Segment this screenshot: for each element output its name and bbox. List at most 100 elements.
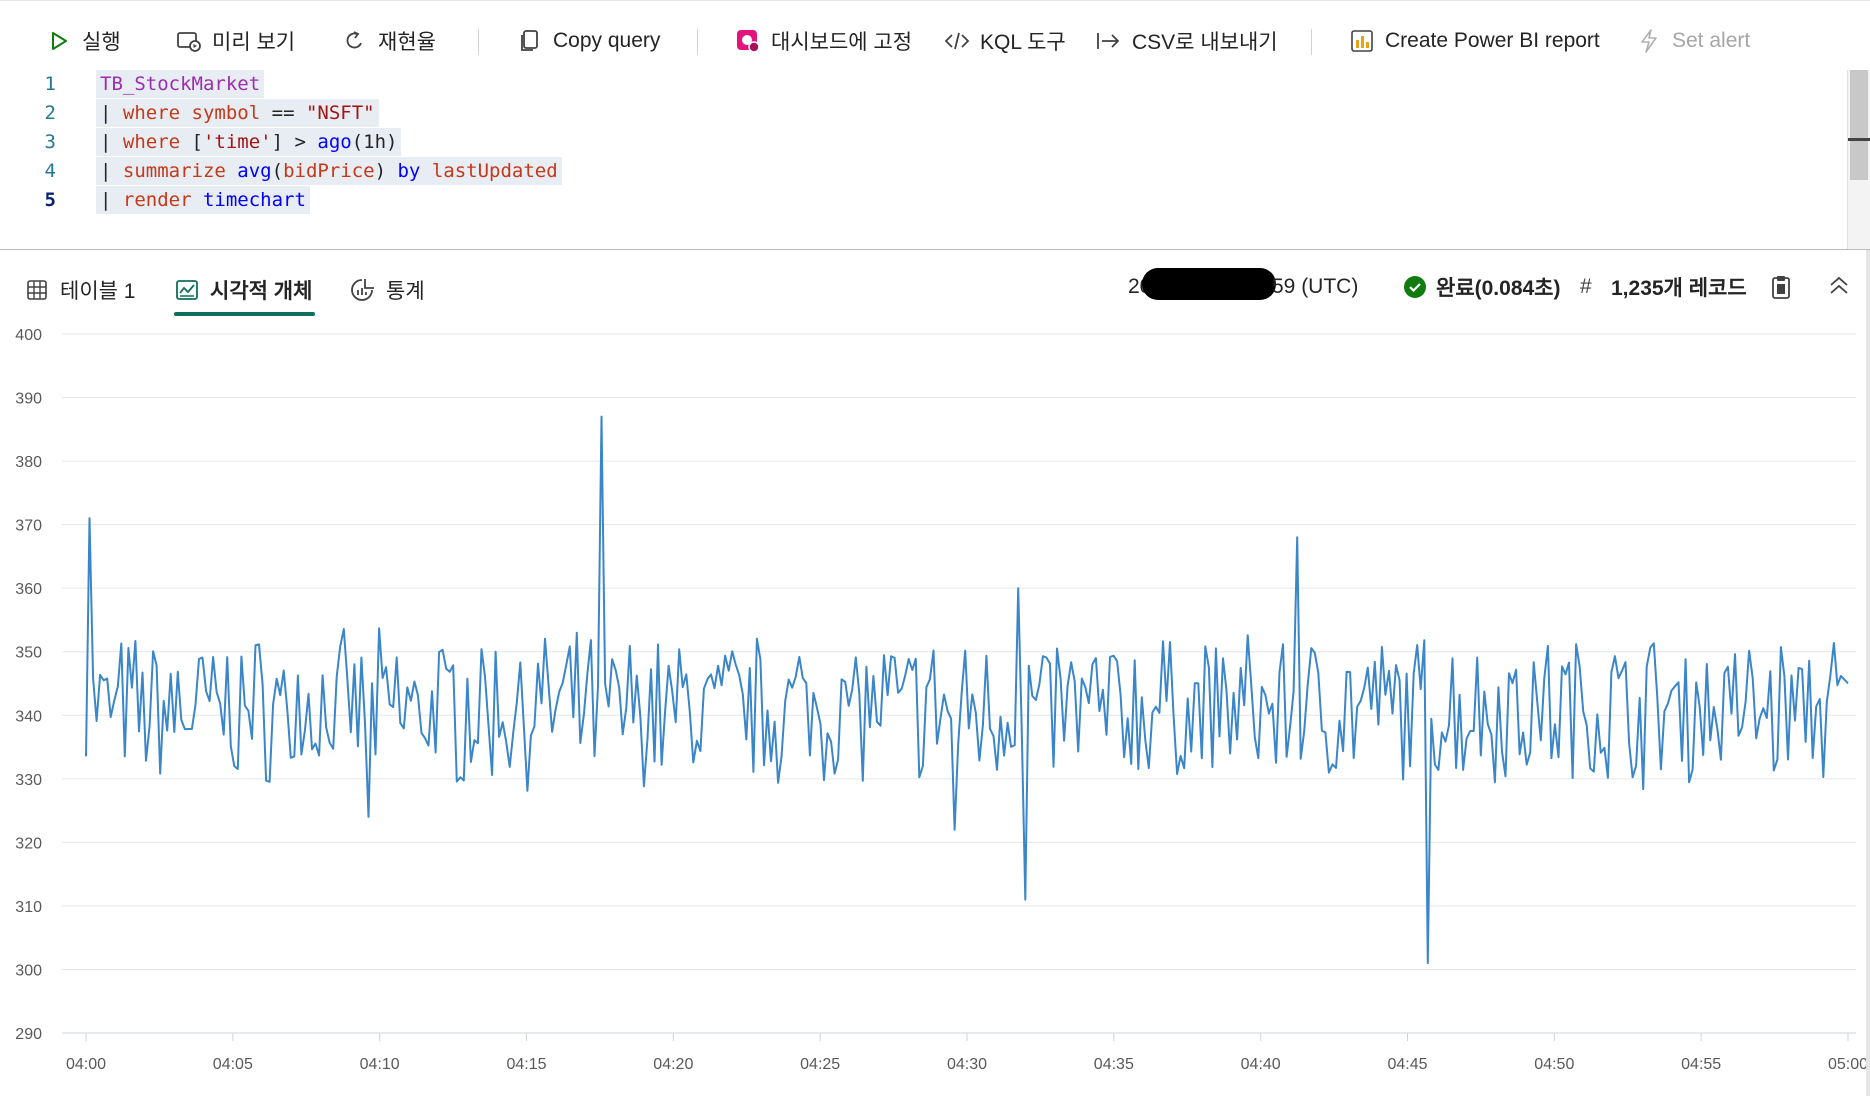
y-tick-label: 400 bbox=[15, 327, 42, 344]
timechart: 290 300 310 320 330 340 350 360 370 380 390 400 04:0… bbox=[0, 318, 1870, 1096]
chevron-up-icon bbox=[1826, 274, 1852, 300]
preview-button[interactable]: 미리 보기 bbox=[176, 23, 295, 59]
y-tick-label: 340 bbox=[15, 708, 42, 725]
pin-dashboard-icon bbox=[735, 28, 761, 54]
editor-line[interactable]: 5 | render timechart bbox=[0, 186, 310, 214]
x-tick-label: 04:30 bbox=[947, 1056, 987, 1073]
editor-scrollbar[interactable] bbox=[1847, 70, 1870, 250]
query-editor[interactable]: 1 TB_StockMarket 2 | where symbol == "NSFT"… bbox=[0, 70, 1870, 250]
record-count: 1,235개 레코드 bbox=[1611, 277, 1747, 300]
y-tick-label: 390 bbox=[15, 391, 42, 408]
query-toolbar: 실행 미리 보기 재현율 Copy query 대시보드에 고정 KQL 도구 … bbox=[0, 0, 1870, 79]
timechart-svg: 290 300 310 320 330 340 350 360 370 380 390 400 04:0… bbox=[15, 327, 1868, 1073]
toolbar-separator bbox=[1311, 29, 1312, 55]
editor-line[interactable]: 2 | where symbol == "NSFT" bbox=[0, 99, 379, 127]
code-text: TB_StockMarket bbox=[96, 70, 265, 98]
line-number: 3 bbox=[44, 131, 56, 153]
pin-dashboard-button[interactable]: 대시보드에 고정 bbox=[735, 23, 912, 59]
tab-visual-label: 시각적 개체 bbox=[210, 280, 313, 303]
x-tick-label: 04:00 bbox=[66, 1056, 106, 1073]
lightning-icon bbox=[1636, 28, 1662, 54]
x-tick-label: 04:10 bbox=[360, 1056, 400, 1073]
chart-icon bbox=[174, 277, 200, 303]
toolbar-separator bbox=[697, 29, 698, 55]
editor-line[interactable]: 1 TB_StockMarket bbox=[0, 70, 265, 98]
table-icon bbox=[24, 277, 50, 303]
recall-button[interactable]: 재현율 bbox=[342, 23, 436, 59]
pin-dashboard-label: 대시보드에 고정 bbox=[771, 31, 913, 54]
preview-label: 미리 보기 bbox=[212, 31, 296, 54]
copy-results-button[interactable] bbox=[1768, 272, 1794, 302]
y-tick-label: 380 bbox=[15, 454, 42, 471]
x-tick-label: 04:05 bbox=[213, 1056, 253, 1073]
code-text: | where symbol == "NSFT" bbox=[96, 99, 379, 127]
y-tick-label: 320 bbox=[15, 835, 42, 852]
copy-icon bbox=[517, 28, 543, 54]
recall-label: 재현율 bbox=[378, 31, 436, 54]
toolbar-separator bbox=[478, 29, 479, 55]
run-button[interactable]: 실행 bbox=[46, 23, 121, 59]
export-csv-button[interactable]: CSV로 내보내기 bbox=[1096, 23, 1278, 59]
editor-line[interactable]: 4 | summarize avg(bidPrice) by lastUpdate… bbox=[0, 157, 562, 185]
tab-stats[interactable]: 통계 bbox=[350, 272, 425, 308]
run-label: 실행 bbox=[82, 31, 121, 54]
x-tick-label: 04:50 bbox=[1534, 1056, 1574, 1073]
copy-query-button[interactable]: Copy query bbox=[517, 23, 660, 59]
collapse-button[interactable] bbox=[1826, 272, 1852, 302]
series-line bbox=[85, 415, 1849, 965]
kql-tools-button[interactable]: KQL 도구 bbox=[944, 23, 1066, 59]
preview-icon bbox=[176, 28, 202, 54]
export-icon bbox=[1096, 28, 1122, 54]
tab-table-label: 테이블 1 bbox=[60, 280, 136, 303]
line-number: 5 bbox=[44, 189, 56, 211]
recall-icon bbox=[342, 28, 368, 54]
status-success: 완료(0.084초) bbox=[1402, 272, 1561, 302]
editor-line[interactable]: 3 | where ['time'] > ago(1h) bbox=[0, 128, 402, 156]
line-number: 4 bbox=[44, 160, 56, 182]
x-tick-label: 04:35 bbox=[1094, 1056, 1134, 1073]
create-powerbi-button[interactable]: Create Power BI report bbox=[1349, 23, 1600, 59]
y-tick-label: 330 bbox=[15, 772, 42, 789]
code-text: | where ['time'] > ago(1h) bbox=[96, 128, 402, 156]
editor-scrollbar-thumb[interactable] bbox=[1850, 70, 1868, 180]
set-alert-button[interactable]: Set alert bbox=[1636, 23, 1750, 59]
export-csv-label: CSV로 내보내기 bbox=[1132, 31, 1278, 54]
set-alert-label: Set alert bbox=[1672, 29, 1751, 52]
timestamp-suffix: 59 (UTC) bbox=[1272, 275, 1359, 298]
y-tick-label: 300 bbox=[15, 962, 42, 979]
pane-divider[interactable] bbox=[0, 249, 1870, 250]
stats-icon bbox=[350, 277, 376, 303]
x-tick-label: 05:00 bbox=[1828, 1056, 1866, 1073]
y-tick-label: 310 bbox=[15, 899, 42, 916]
x-tick-label: 04:45 bbox=[1387, 1056, 1427, 1073]
x-tick-label: 04:25 bbox=[800, 1056, 840, 1073]
kql-tools-label: KQL 도구 bbox=[980, 31, 1066, 54]
y-tick-label: 290 bbox=[15, 1026, 42, 1043]
line-number: 2 bbox=[44, 102, 56, 124]
active-tab-indicator bbox=[174, 312, 315, 316]
powerbi-icon bbox=[1349, 28, 1375, 54]
x-tick-label: 04:20 bbox=[653, 1056, 693, 1073]
y-tick-label: 360 bbox=[15, 581, 42, 598]
editor-cursor-marker bbox=[1848, 138, 1870, 141]
code-text: | render timechart bbox=[96, 186, 310, 214]
redaction-mark bbox=[1142, 268, 1276, 300]
check-circle-icon bbox=[1402, 274, 1428, 300]
x-tick-label: 04:40 bbox=[1241, 1056, 1281, 1073]
copy-query-label: Copy query bbox=[553, 29, 661, 52]
code-icon bbox=[944, 28, 970, 54]
tab-table[interactable]: 테이블 1 bbox=[24, 272, 135, 308]
create-powerbi-label: Create Power BI report bbox=[1385, 29, 1600, 52]
x-tick-label: 04:55 bbox=[1681, 1056, 1721, 1073]
line-number: 1 bbox=[44, 73, 56, 95]
record-hash: # bbox=[1580, 275, 1592, 298]
tab-visual[interactable]: 시각적 개체 bbox=[174, 272, 312, 308]
y-tick-label: 370 bbox=[15, 518, 42, 535]
tab-stats-label: 통계 bbox=[386, 280, 425, 303]
play-icon bbox=[46, 28, 72, 54]
code-text: | summarize avg(bidPrice) by lastUpdated bbox=[96, 157, 562, 185]
clipboard-icon bbox=[1768, 274, 1794, 300]
x-tick-label: 04:15 bbox=[506, 1056, 546, 1073]
status-done-label: 완료(0.084초) bbox=[1436, 277, 1561, 300]
y-tick-label: 350 bbox=[15, 645, 42, 662]
